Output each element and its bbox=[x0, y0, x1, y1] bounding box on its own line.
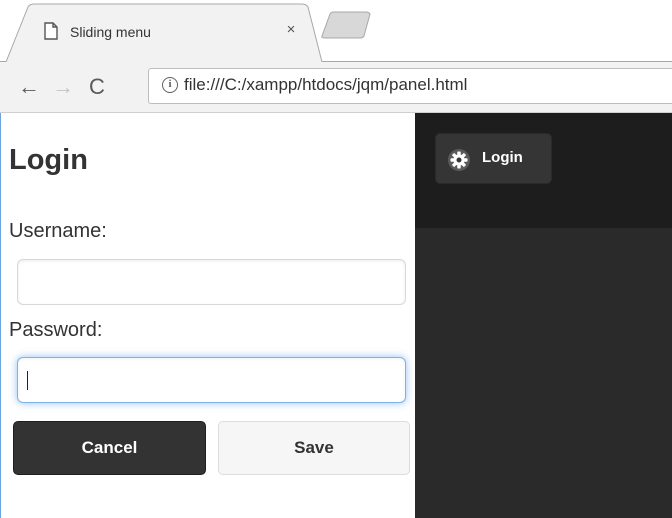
reload-icon[interactable]: C bbox=[84, 74, 110, 100]
login-panel: Login Username: Password: Cancel Save bbox=[1, 113, 415, 518]
browser-toolbar: ← → C i file:///C:/xampp/htdocs/jqm/pane… bbox=[0, 62, 672, 113]
username-input[interactable] bbox=[17, 259, 406, 305]
new-tab-button bbox=[321, 11, 371, 39]
page-content: Login bbox=[415, 113, 672, 518]
password-label: Password: bbox=[9, 319, 103, 341]
browser-window: Sliding menu × ← → C i file:///C:/xampp/… bbox=[0, 0, 672, 518]
cancel-button[interactable]: Cancel bbox=[13, 421, 206, 475]
text-caret bbox=[27, 371, 28, 390]
tab-strip: Sliding menu × bbox=[0, 0, 672, 62]
login-panel-toggle-button[interactable]: Login bbox=[435, 133, 552, 184]
gear-icon bbox=[450, 151, 468, 169]
page-icon bbox=[44, 22, 58, 40]
login-heading: Login bbox=[9, 144, 88, 176]
tab-close-icon[interactable]: × bbox=[282, 21, 300, 39]
url-text[interactable]: file:///C:/xampp/htdocs/jqm/panel.html bbox=[184, 75, 467, 95]
forward-arrow-icon[interactable]: → bbox=[50, 74, 76, 100]
page-header: Login bbox=[415, 113, 672, 228]
password-input[interactable] bbox=[17, 357, 406, 403]
address-bar[interactable]: i file:///C:/xampp/htdocs/jqm/panel.html bbox=[148, 68, 672, 104]
info-icon[interactable]: i bbox=[162, 77, 178, 93]
back-arrow-icon[interactable]: ← bbox=[16, 74, 42, 100]
login-toggle-label: Login bbox=[482, 149, 523, 166]
save-button[interactable]: Save bbox=[218, 421, 410, 475]
page-viewport: Login Username: Password: Cancel Save Lo… bbox=[0, 113, 672, 518]
tab-title[interactable]: Sliding menu bbox=[70, 24, 151, 40]
username-label: Username: bbox=[9, 220, 107, 242]
